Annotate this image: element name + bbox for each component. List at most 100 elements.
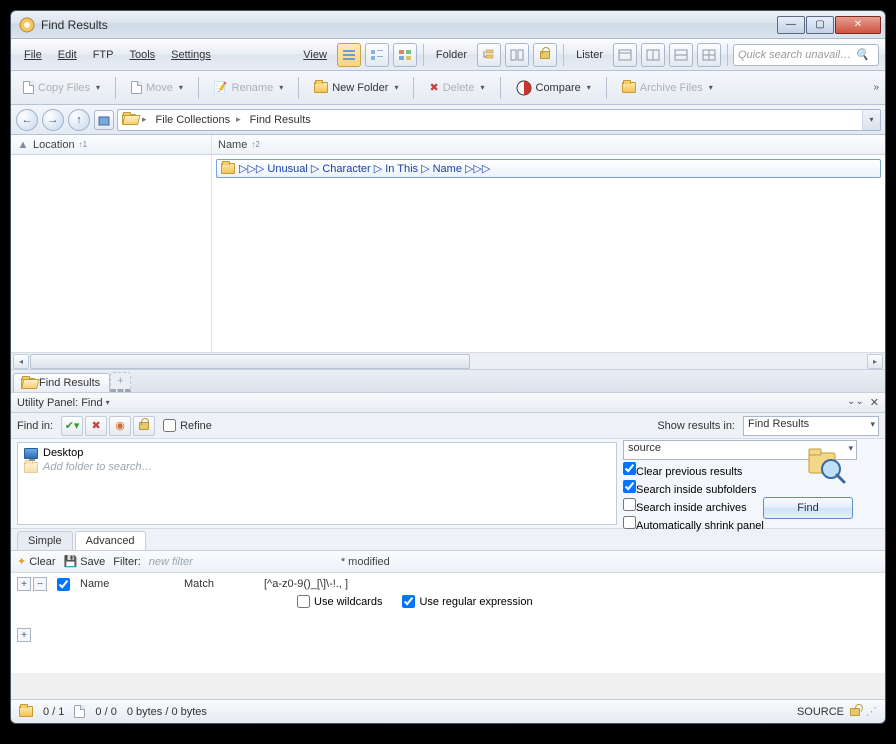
minimize-button[interactable]: ―: [777, 16, 805, 34]
compare-icon: [516, 80, 532, 96]
toolbar-overflow-icon[interactable]: »: [873, 82, 879, 93]
lister-layout-2-button[interactable]: [641, 43, 665, 67]
location-pane[interactable]: [11, 155, 212, 352]
menu-tools[interactable]: Tools: [122, 46, 162, 64]
name-pane[interactable]: ▷▷▷ Unusual ▷ Character ▷ In This ▷ Name…: [212, 155, 885, 352]
modified-indicator: * modified: [341, 556, 390, 568]
search-locations-list[interactable]: Desktop Add folder to search…: [17, 442, 617, 525]
menu-file[interactable]: File: [17, 46, 49, 64]
remove-rule-button[interactable]: −: [33, 577, 47, 591]
menu-lister[interactable]: Lister: [569, 46, 610, 64]
folder-lock-button[interactable]: [533, 43, 557, 67]
breadcrumb-root[interactable]: ▸: [138, 110, 152, 130]
filter-bar: ✦Clear 💾Save Filter: new filter * modifi…: [11, 551, 885, 573]
rule-pattern[interactable]: [^a-z0-9()_[\]\-!., ]: [264, 578, 348, 590]
nav-back-button[interactable]: ←: [16, 109, 38, 131]
menu-edit[interactable]: Edit: [51, 46, 84, 64]
breadcrumb-seg-2[interactable]: Find Results: [246, 110, 316, 130]
add-folder-button[interactable]: ✔▾: [61, 416, 83, 436]
use-regex-checkbox[interactable]: Use regular expression: [402, 595, 532, 608]
result-row[interactable]: ▷▷▷ Unusual ▷ Character ▷ In This ▷ Name…: [216, 159, 881, 178]
scroll-right-button[interactable]: ▸: [867, 354, 883, 369]
move-button[interactable]: Move▾: [125, 78, 189, 97]
lister-layout-1-button[interactable]: [613, 43, 637, 67]
nav-up-button[interactable]: ↑: [68, 109, 90, 131]
panel-close-button[interactable]: ✕: [870, 396, 879, 409]
utility-panel-name[interactable]: Find: [81, 397, 102, 409]
status-bytes: 0 bytes / 0 bytes: [127, 706, 207, 718]
filter-rules: +− Name Match [^a-z0-9()_[\]\-!., ] Use …: [11, 573, 885, 673]
result-name: ▷▷▷ Unusual ▷ Character ▷ In This ▷ Name…: [239, 162, 490, 175]
window-title: Find Results: [39, 18, 776, 32]
menu-ftp[interactable]: FTP: [86, 46, 121, 64]
page-icon: [74, 705, 85, 718]
add-group-button[interactable]: +: [17, 628, 31, 642]
lock-path-button[interactable]: [133, 416, 155, 436]
tab-advanced[interactable]: Advanced: [75, 531, 146, 550]
horizontal-scrollbar[interactable]: ◂ ▸: [11, 352, 885, 369]
rename-icon: 📝: [214, 81, 228, 94]
view-mode-details-button[interactable]: [337, 43, 361, 67]
add-rule-button[interactable]: +: [17, 577, 31, 591]
filter-name[interactable]: new filter: [149, 556, 193, 568]
remove-folder-button[interactable]: ✖: [85, 416, 107, 436]
view-mode-list-button[interactable]: [365, 43, 389, 67]
nav-forward-button[interactable]: →: [42, 109, 64, 131]
save-filter-button[interactable]: 💾Save: [64, 555, 106, 568]
path-field[interactable]: ▸ File Collections▸ Find Results ▾: [117, 109, 881, 131]
results-target-dropdown[interactable]: Find Results: [743, 416, 879, 436]
rule-enabled-checkbox[interactable]: [57, 578, 70, 591]
nav-history-button[interactable]: [94, 110, 114, 130]
location-desktop[interactable]: Desktop: [24, 446, 610, 460]
reset-button[interactable]: ◉: [109, 416, 131, 436]
copy-files-button[interactable]: Copy Files▾: [17, 78, 106, 97]
rule-row: +− Name Match [^a-z0-9()_[\]\-!., ]: [17, 577, 879, 591]
find-button[interactable]: Find: [763, 497, 853, 519]
maximize-button[interactable]: ▢: [806, 16, 834, 34]
column-location[interactable]: ▲Location↑1: [11, 135, 212, 154]
view-mode-thumbs-button[interactable]: [393, 43, 417, 67]
new-tab-button[interactable]: +: [110, 372, 130, 392]
column-name[interactable]: Name↑2: [212, 135, 885, 154]
new-folder-button[interactable]: New Folder▾: [308, 79, 404, 97]
utility-panel-label: Utility Panel:: [17, 397, 78, 409]
clear-filter-button[interactable]: ✦Clear: [17, 555, 56, 568]
tab-strip: Find Results +: [11, 369, 885, 393]
lock-open-icon[interactable]: [850, 708, 860, 716]
use-wildcards-checkbox[interactable]: Use wildcards: [297, 595, 382, 608]
rule-field[interactable]: Name: [80, 578, 174, 590]
column-headers: ▲Location↑1 Name↑2: [11, 135, 885, 155]
find-in-label: Find in:: [17, 420, 53, 432]
menubar: File Edit FTP Tools Settings View Folder…: [11, 39, 885, 71]
lister-layout-3-button[interactable]: [669, 43, 693, 67]
compare-button[interactable]: Compare▾: [510, 77, 597, 99]
monitor-icon: [24, 448, 38, 459]
menu-view[interactable]: View: [296, 46, 334, 64]
tab-simple[interactable]: Simple: [17, 531, 73, 550]
quick-search-input[interactable]: Quick search unavail…🔍: [733, 44, 879, 66]
folder-tree-button[interactable]: [477, 43, 501, 67]
window: Find Results ― ▢ ✕ File Edit FTP Tools S…: [10, 10, 886, 724]
tab-find-results[interactable]: Find Results: [13, 373, 110, 392]
archive-button[interactable]: Archive Files▾: [616, 79, 719, 97]
menu-settings[interactable]: Settings: [164, 46, 218, 64]
show-results-label: Show results in:: [657, 420, 735, 432]
scroll-thumb[interactable]: [30, 354, 470, 369]
breadcrumb-seg-1[interactable]: File Collections▸: [152, 110, 246, 130]
rule-op[interactable]: Match: [184, 578, 254, 590]
scroll-left-button[interactable]: ◂: [13, 354, 29, 369]
rename-button[interactable]: 📝Rename▾: [208, 78, 289, 97]
refine-checkbox[interactable]: Refine: [163, 419, 212, 432]
resize-grip[interactable]: ⋰: [866, 705, 877, 718]
lister-layout-4-button[interactable]: [697, 43, 721, 67]
dual-pane-button[interactable]: [505, 43, 529, 67]
close-button[interactable]: ✕: [835, 16, 881, 34]
add-folder-hint[interactable]: Add folder to search…: [24, 460, 610, 474]
delete-button[interactable]: ✖Delete▾: [423, 78, 490, 97]
path-dropdown-button[interactable]: ▾: [862, 110, 880, 130]
panel-collapse-button[interactable]: ⌄⌄: [847, 396, 864, 409]
scroll-track[interactable]: [30, 354, 866, 369]
utility-panel-header: Utility Panel: Find ▾ ⌄⌄ ✕: [11, 393, 885, 413]
titlebar: Find Results ― ▢ ✕: [11, 11, 885, 39]
menu-folder[interactable]: Folder: [429, 46, 474, 64]
